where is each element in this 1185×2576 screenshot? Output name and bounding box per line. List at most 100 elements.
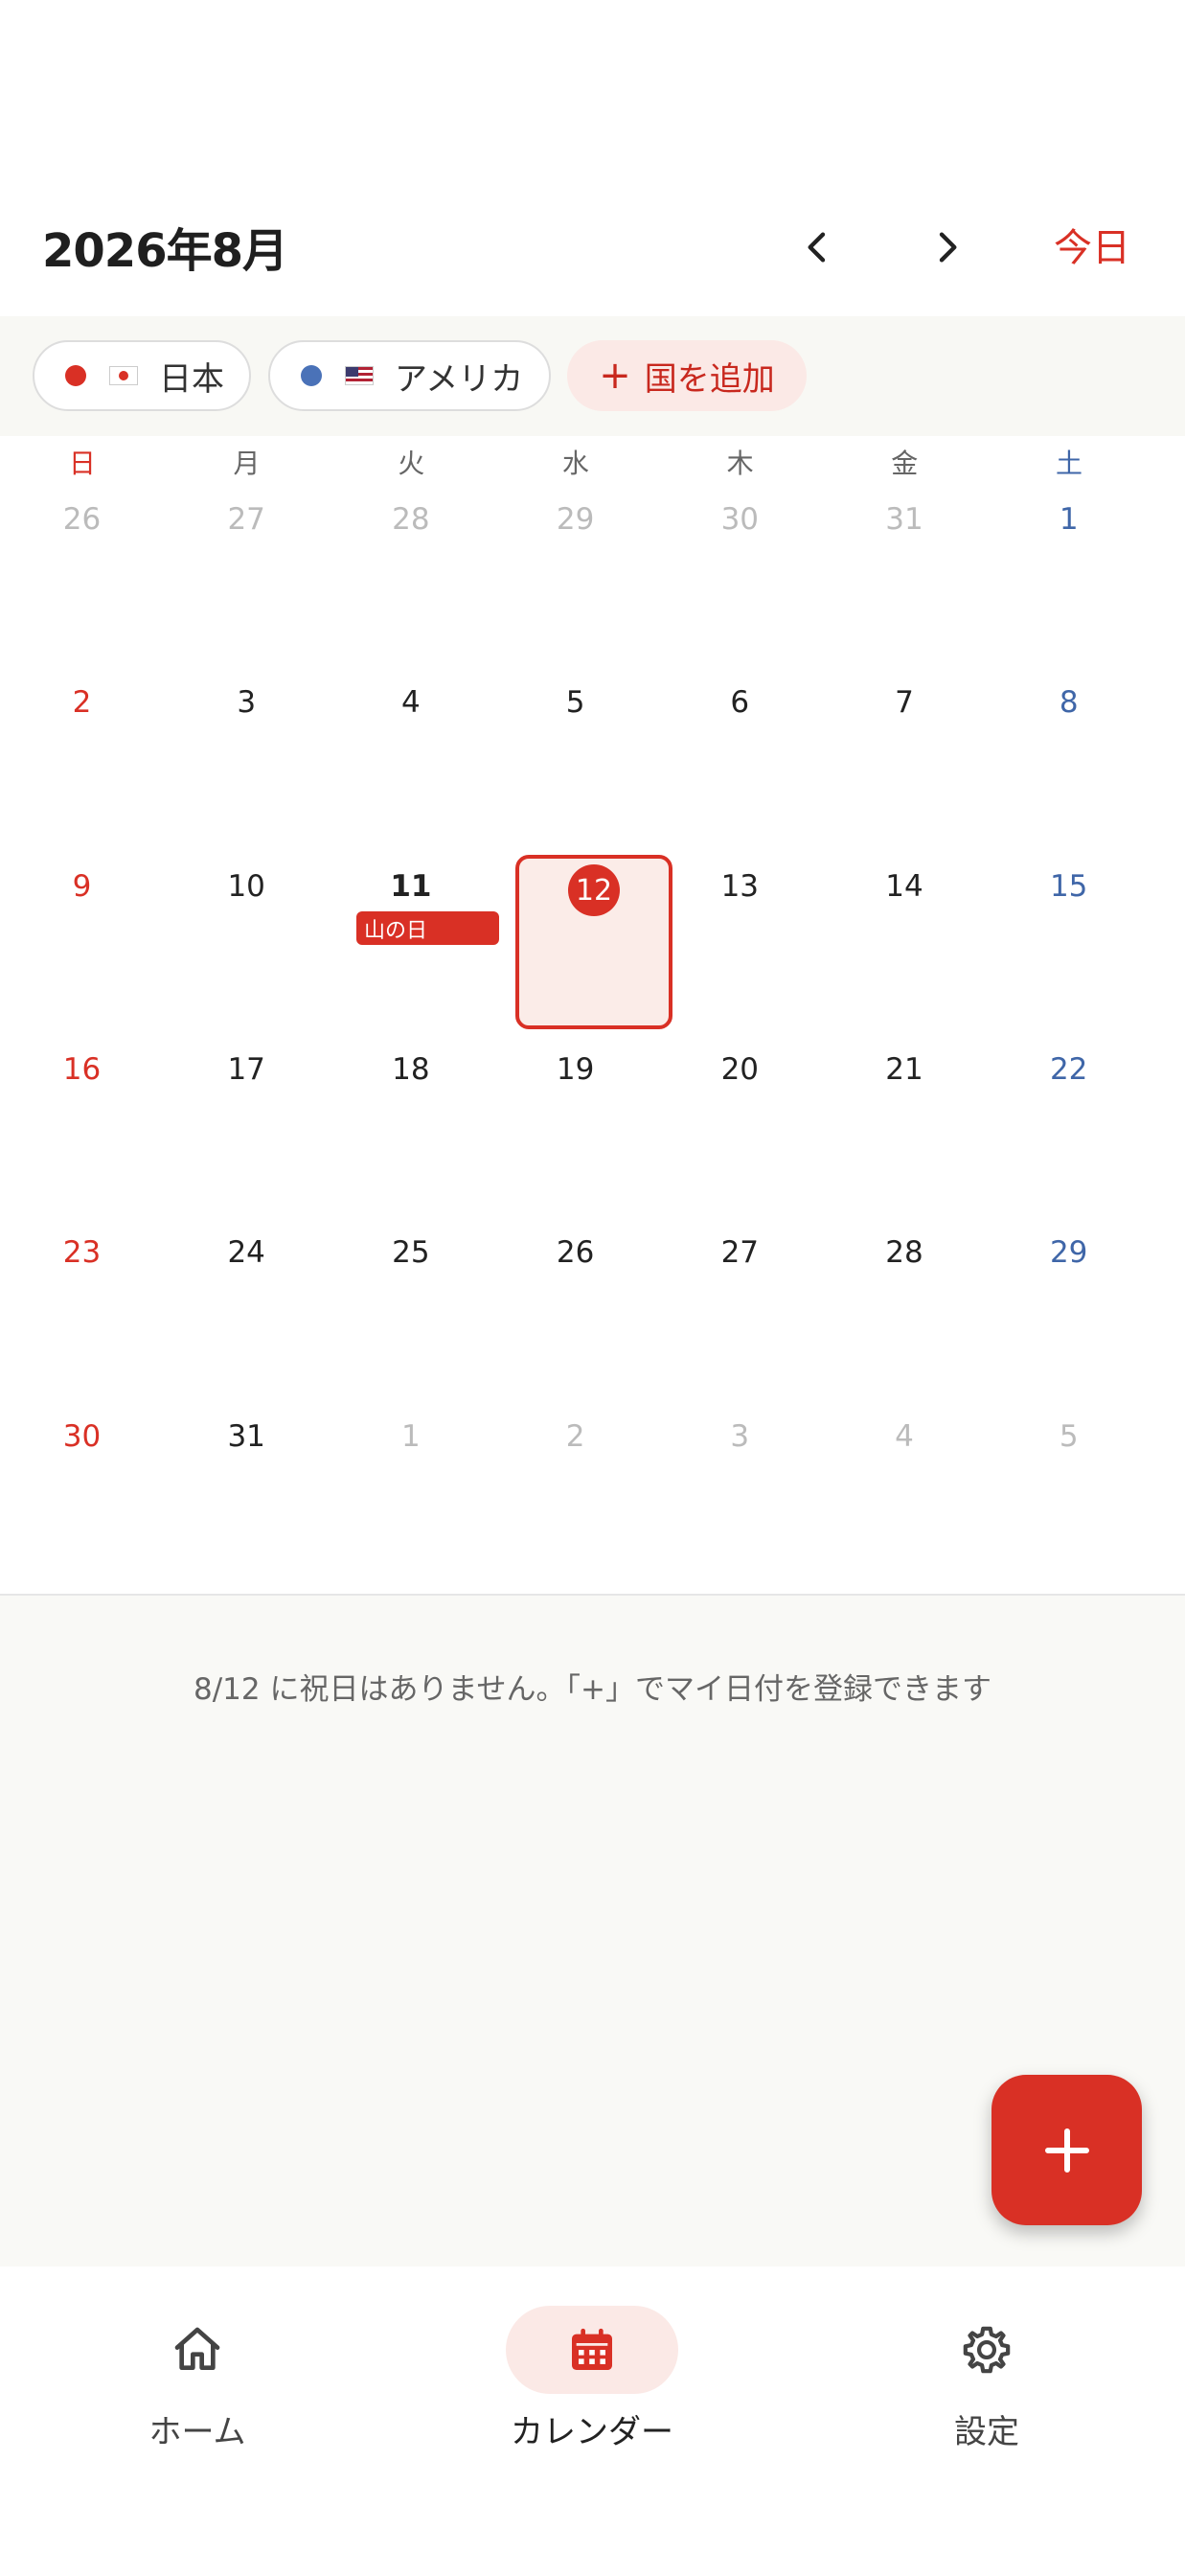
selected-day-cell[interactable]: 12 bbox=[515, 855, 672, 1029]
calendar-day-cell[interactable]: 1 bbox=[329, 1406, 492, 1589]
chevron-left-icon bbox=[808, 232, 826, 263]
calendar-day-cell[interactable]: 31 bbox=[823, 489, 987, 672]
day-number: 4 bbox=[895, 1418, 914, 1454]
day-number: 23 bbox=[62, 1235, 102, 1271]
add-date-fab[interactable] bbox=[991, 2075, 1142, 2225]
calendar-day-cell[interactable]: 13 bbox=[658, 856, 822, 1039]
calendar-day-cell[interactable]: 30 bbox=[0, 1406, 164, 1589]
gear-icon bbox=[963, 2326, 1011, 2374]
plus-icon bbox=[1044, 2128, 1089, 2173]
day-number: 22 bbox=[1049, 1051, 1088, 1087]
calendar-day-cell[interactable]: 8 bbox=[987, 672, 1151, 855]
day-number: 24 bbox=[227, 1235, 265, 1271]
day-number: 16 bbox=[62, 1051, 102, 1087]
calendar-day-cell[interactable]: 31 bbox=[165, 1406, 329, 1589]
no-holiday-message: 8/12 に祝日はありません。「+」でマイ日付を登録できます bbox=[193, 1672, 991, 1707]
day-number: 19 bbox=[556, 1051, 595, 1087]
calendar-day-cell[interactable]: 3 bbox=[658, 1406, 822, 1589]
day-number: 1 bbox=[401, 1418, 421, 1454]
selected-day-number: 12 bbox=[568, 864, 620, 916]
today-button[interactable]: 今日 bbox=[1054, 217, 1130, 272]
calendar-day-cell[interactable]: 25 bbox=[329, 1222, 492, 1405]
day-number: 6 bbox=[730, 685, 750, 721]
nav-settings-label: 設定 bbox=[954, 2413, 1019, 2451]
calendar-day-cell[interactable]: 5 bbox=[987, 1406, 1151, 1589]
calendar-day-cell[interactable]: 23 bbox=[0, 1222, 164, 1405]
next-month-button[interactable] bbox=[918, 218, 975, 276]
day-number: 15 bbox=[1049, 868, 1088, 904]
day-number: 10 bbox=[227, 868, 265, 904]
holiday-label[interactable]: 山の日 bbox=[356, 911, 499, 945]
calendar-day-cell[interactable]: 3 bbox=[165, 672, 329, 855]
calendar-day-cell[interactable]: 4 bbox=[329, 672, 492, 855]
calendar-day-cell[interactable]: 20 bbox=[658, 1039, 822, 1222]
calendar-day-cell[interactable]: 15 bbox=[987, 856, 1151, 1039]
calendar-day-cell[interactable]: 10 bbox=[165, 856, 329, 1039]
day-number: 2 bbox=[565, 1418, 585, 1454]
nav-home[interactable]: ホーム bbox=[0, 2306, 395, 2452]
calendar-day-cell[interactable]: 6 bbox=[658, 672, 822, 855]
calendar-day-cell[interactable]: 5 bbox=[493, 672, 657, 855]
day-number: 3 bbox=[730, 1418, 750, 1454]
day-number: 17 bbox=[227, 1051, 265, 1087]
us-flag-icon bbox=[345, 366, 374, 385]
day-number: 3 bbox=[237, 685, 257, 721]
weekday-tue: 火 bbox=[398, 448, 425, 479]
country-chip-usa[interactable]: アメリカ bbox=[268, 340, 551, 411]
country-filter-bar: 日本 アメリカ + 国を追加 bbox=[0, 316, 1185, 436]
calendar-day-cell[interactable]: 7 bbox=[823, 672, 987, 855]
calendar-day-cell[interactable]: 18 bbox=[329, 1039, 492, 1222]
calendar-day-cell[interactable]: 16 bbox=[0, 1039, 164, 1222]
calendar-day-cell[interactable]: 29 bbox=[987, 1222, 1151, 1405]
calendar-day-cell[interactable]: 26 bbox=[493, 1222, 657, 1405]
country-chip-label: アメリカ bbox=[395, 359, 524, 399]
calendar-grid: 5 4 3 2 1 31 30 29 28 27 26 25 24 23 22 21 20 19 18 17 16 15 1… bbox=[0, 489, 1185, 1591]
calendar-day-cell[interactable]: 28 bbox=[823, 1222, 987, 1405]
day-number: 27 bbox=[720, 1235, 760, 1271]
day-number: 2 bbox=[72, 685, 92, 721]
add-country-button[interactable]: + 国を追加 bbox=[567, 340, 807, 411]
day-number: 31 bbox=[885, 502, 923, 537]
home-icon bbox=[174, 2327, 220, 2370]
nav-settings[interactable]: 設定 bbox=[789, 2306, 1184, 2452]
weekday-thu: 木 bbox=[726, 448, 754, 479]
calendar-day-cell[interactable]: 14 bbox=[823, 856, 987, 1039]
calendar-day-cell[interactable]: 28 bbox=[329, 489, 492, 672]
calendar-day-cell[interactable]: 1 bbox=[987, 489, 1151, 672]
usa-color-dot bbox=[301, 365, 322, 386]
day-number: 26 bbox=[62, 502, 102, 537]
calendar-day-cell[interactable]: 26 bbox=[0, 489, 164, 672]
calendar-day-cell[interactable]: 17 bbox=[165, 1039, 329, 1222]
calendar-day-cell[interactable]: 22 bbox=[987, 1039, 1151, 1222]
calendar-day-cell[interactable]: 24 bbox=[165, 1222, 329, 1405]
calendar-day-cell[interactable]: 2 bbox=[0, 672, 164, 855]
day-number: 9 bbox=[72, 868, 92, 904]
day-number: 30 bbox=[62, 1418, 102, 1454]
calendar-day-cell[interactable]: 30 bbox=[658, 489, 822, 672]
calendar-day-cell[interactable]: 2 bbox=[493, 1406, 657, 1589]
country-chip-japan[interactable]: 日本 bbox=[33, 340, 251, 411]
weekday-sat: 土 bbox=[1055, 448, 1082, 479]
calendar-day-cell[interactable]: 9 bbox=[0, 856, 164, 1039]
calendar-day-cell[interactable]: 4 bbox=[823, 1406, 987, 1589]
previous-month-button[interactable] bbox=[789, 218, 847, 276]
day-number: 13 bbox=[720, 868, 760, 904]
plus-icon: + bbox=[599, 354, 631, 398]
calendar-day-cell[interactable]: 29 bbox=[493, 489, 657, 672]
calendar-day-cell[interactable]: 19 bbox=[493, 1039, 657, 1222]
day-number: 8 bbox=[1059, 685, 1079, 721]
nav-calendar[interactable]: カレンダー bbox=[395, 2306, 789, 2452]
nav-calendar-label: カレンダー bbox=[511, 2413, 673, 2451]
weekday-wed: 水 bbox=[561, 448, 589, 479]
add-country-label: 国を追加 bbox=[644, 359, 775, 399]
calendar-day-cell[interactable]: 27 bbox=[658, 1222, 822, 1405]
day-number: 29 bbox=[1049, 1235, 1088, 1271]
gear-icon-wrap bbox=[900, 2306, 1073, 2394]
calendar-day-cell[interactable]: 21 bbox=[823, 1039, 987, 1222]
month-title: 2026年8月 bbox=[42, 224, 288, 278]
calendar-day-cell[interactable]: 27 bbox=[165, 489, 329, 672]
japan-color-dot bbox=[65, 365, 86, 386]
day-number: 14 bbox=[885, 868, 923, 904]
calendar-day-cell[interactable]: 11 bbox=[329, 856, 492, 1039]
nav-home-label: ホーム bbox=[148, 2413, 246, 2451]
